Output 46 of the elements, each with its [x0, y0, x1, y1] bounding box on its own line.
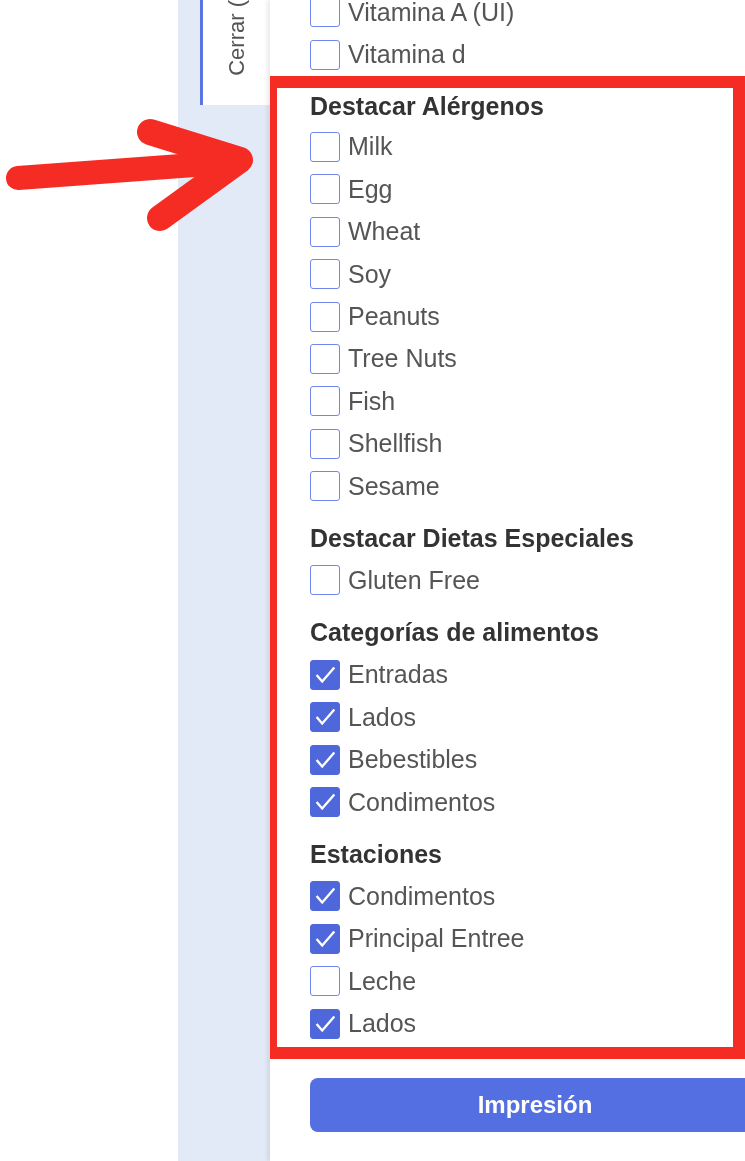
checkbox-label[interactable]: Milk [348, 132, 393, 162]
checkbox-label[interactable]: Sesame [348, 471, 440, 501]
checkbox-label[interactable]: Bebestibles [348, 745, 478, 775]
checkbox[interactable] [310, 39, 340, 70]
checkbox-label[interactable]: Condimentos [348, 787, 496, 817]
section-heading: Estaciones [310, 838, 443, 870]
checkbox[interactable] [310, 966, 340, 997]
checkbox-label[interactable]: Fish [348, 386, 396, 416]
checkbox[interactable] [310, 565, 340, 596]
checkbox[interactable] [310, 0, 340, 28]
checkbox-label[interactable]: Tree Nuts [348, 344, 457, 374]
checkbox[interactable] [310, 174, 340, 205]
checkbox[interactable] [310, 923, 340, 954]
checkbox[interactable] [310, 386, 340, 417]
checkbox[interactable] [310, 301, 340, 332]
checkbox[interactable] [310, 702, 340, 733]
checkbox-label[interactable]: Vitamina A (UI) [348, 0, 515, 27]
checkbox-label[interactable]: Shellfish [348, 429, 443, 459]
checkbox-label[interactable]: Principal Entree [348, 924, 525, 954]
checkbox-label[interactable]: Condimentos [348, 881, 496, 911]
checkbox[interactable] [310, 787, 340, 818]
checkbox[interactable] [310, 881, 340, 912]
checkbox[interactable] [310, 216, 340, 247]
checkbox[interactable] [310, 259, 340, 290]
checkbox-label[interactable]: Egg [348, 174, 393, 204]
section-heading: Categorías de alimentos [310, 617, 600, 649]
checkbox-label[interactable]: Lados [348, 702, 417, 732]
checkbox-label[interactable]: Lados [348, 1009, 417, 1039]
checkbox-label[interactable]: Soy [348, 259, 392, 289]
checkbox-label[interactable]: Wheat [348, 217, 421, 247]
checkbox[interactable] [310, 1008, 340, 1039]
checkbox[interactable] [310, 471, 340, 502]
section-heading: Destacar Alérgenos [310, 91, 545, 123]
side-tab[interactable]: Cerrar ( [200, 0, 270, 105]
checkbox[interactable] [310, 744, 340, 775]
checkbox[interactable] [310, 428, 340, 459]
checkbox-label[interactable]: Gluten Free [348, 566, 480, 595]
checkbox-label[interactable]: Entradas [348, 660, 449, 690]
checkbox-label[interactable]: Peanuts [348, 302, 440, 332]
section-heading: Destacar Dietas Especiales [310, 522, 635, 554]
checkbox-label[interactable]: Vitamina d [348, 40, 466, 70]
checkbox[interactable] [310, 343, 340, 374]
checkbox-label[interactable]: Leche [348, 966, 417, 996]
checkbox[interactable] [310, 131, 340, 162]
checkbox[interactable] [310, 659, 340, 690]
print-button[interactable]: Impresión [310, 1077, 745, 1132]
